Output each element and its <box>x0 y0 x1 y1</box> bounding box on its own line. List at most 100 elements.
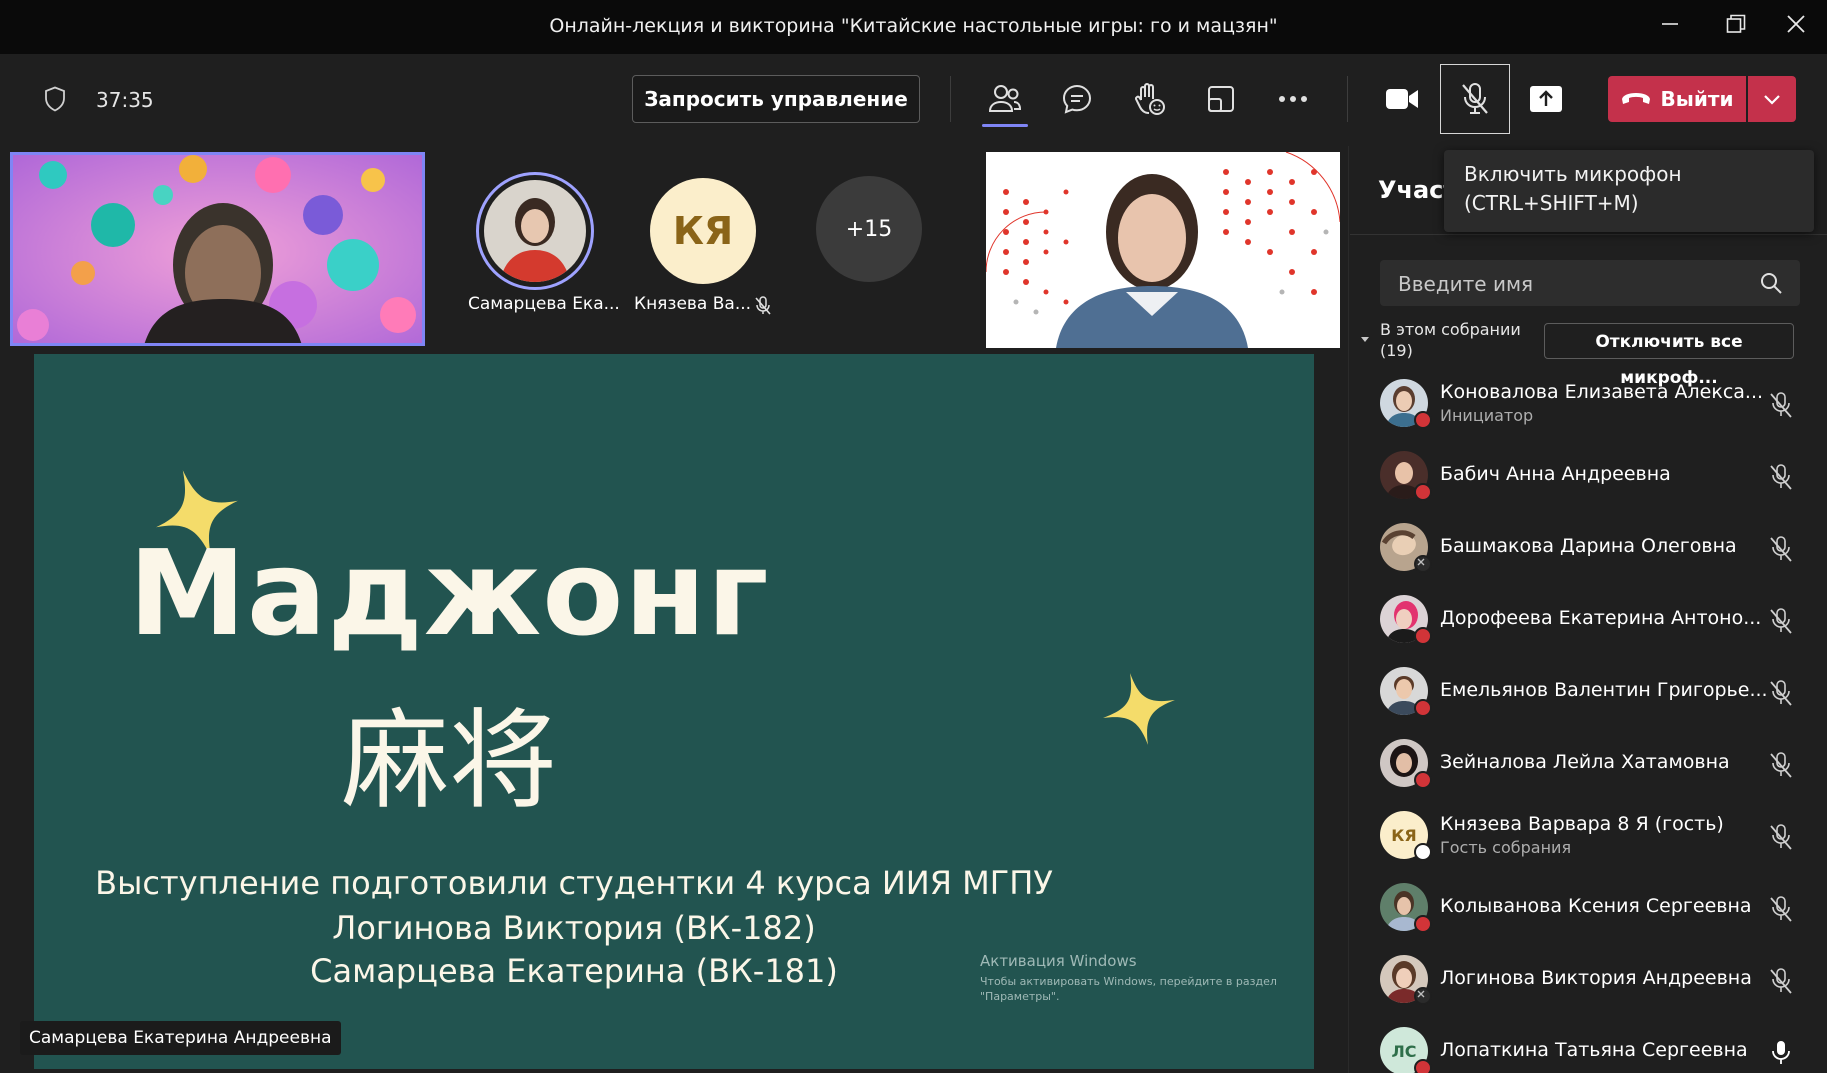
mic-off-icon <box>1770 608 1792 634</box>
participant-row[interactable]: Башмакова Дарина Олеговна <box>1380 519 1810 579</box>
maximize-button[interactable] <box>1706 0 1766 48</box>
mic-off-icon <box>1770 464 1792 490</box>
minimize-button[interactable] <box>1640 0 1700 48</box>
chevron-down-icon[interactable] <box>1360 336 1370 344</box>
participant-search <box>1380 260 1800 308</box>
status-badge <box>1414 555 1432 573</box>
star-icon <box>1103 673 1175 745</box>
shared-presentation[interactable]: Маджонг 麻将 Выступление подготовили студе… <box>34 354 1314 1069</box>
windows-activation-title: Активация Windows <box>980 952 1137 970</box>
mic-off-icon <box>1770 824 1792 850</box>
participant-row[interactable]: Бабич Анна Андреевна <box>1380 447 1810 507</box>
mic-off-icon <box>1770 680 1792 706</box>
status-badge <box>1414 411 1432 429</box>
participant-name: Князева Ва... <box>634 294 752 314</box>
raise-hand-button[interactable] <box>1121 74 1177 124</box>
view-icon <box>1208 86 1234 112</box>
participants-button[interactable] <box>977 74 1033 124</box>
participant-name: Бабич Анна Андреевна <box>1440 463 1671 485</box>
slide-subtitle: Выступление подготовили студентки 4 курс… <box>95 864 1053 902</box>
video-tile-participant[interactable] <box>986 152 1340 348</box>
slide-title: Маджонг <box>128 524 770 662</box>
status-badge <box>1414 699 1432 717</box>
minimize-icon <box>1662 23 1678 25</box>
status-badge <box>1414 627 1432 645</box>
participant-name: Емельянов Валентин Григорье... <box>1440 679 1768 701</box>
share-icon <box>1530 86 1562 112</box>
chevron-down-icon <box>1764 95 1780 105</box>
leave-button[interactable]: Выйти <box>1608 76 1746 122</box>
rooms-button[interactable] <box>1193 74 1249 124</box>
chat-icon <box>1062 84 1092 114</box>
participant-name: Самарцева Ека... <box>468 294 620 314</box>
shield-icon[interactable] <box>44 86 66 116</box>
video-feed <box>986 152 1340 348</box>
participant-row[interactable]: Логинова Виктория Андреевна <box>1380 951 1810 1011</box>
phone-hangup-icon <box>1621 93 1650 104</box>
mic-off-icon <box>754 296 772 320</box>
microphone-tooltip: Включить микрофон (CTRL+SHIFT+M) <box>1444 150 1814 232</box>
tooltip-shortcut: (CTRL+SHIFT+M) <box>1464 191 1639 215</box>
mic-icon <box>1772 1041 1790 1064</box>
participant-name: Башмакова Дарина Олеговна <box>1440 535 1737 557</box>
video-tile-active-speaker[interactable] <box>10 152 425 346</box>
participant-row[interactable]: Зейналова Лейла Хатамовна <box>1380 735 1810 795</box>
close-window-button[interactable] <box>1766 0 1826 48</box>
more-participants-bubble[interactable]: +15 <box>816 176 922 282</box>
close-icon <box>1787 15 1805 33</box>
participant-name: Зейналова Лейла Хатамовна <box>1440 751 1730 773</box>
mic-off-icon <box>1770 968 1792 994</box>
video-feed <box>13 155 422 343</box>
status-badge <box>1414 987 1432 1005</box>
avatar-photo <box>484 180 586 282</box>
section-header[interactable]: В этом собрании (19) <box>1380 319 1540 361</box>
participant-name: Дорофеева Екатерина Антоно... <box>1440 607 1762 629</box>
hand-icon <box>1135 83 1165 115</box>
participant-row[interactable]: Дорофеева Екатерина Антоно... <box>1380 591 1810 651</box>
slide-author: Самарцева Екатерина (ВК-181) <box>310 952 838 990</box>
participant-name: Логинова Виктория Андреевна <box>1440 967 1752 989</box>
participant-row[interactable]: Коновалова Елизавета Алекса... Инициатор <box>1380 375 1810 435</box>
slide-author: Логинова Виктория (ВК-182) <box>332 909 816 947</box>
status-badge <box>1414 483 1432 501</box>
participant-role: Гость собрания <box>1440 838 1572 857</box>
mic-off-icon <box>1770 392 1792 418</box>
participant-row[interactable]: КЯ Князева Варвара 8 Я (гость) Гость соб… <box>1380 807 1810 867</box>
status-badge <box>1414 771 1432 789</box>
share-button[interactable] <box>1518 74 1574 124</box>
mic-off-icon <box>1770 896 1792 922</box>
panel-divider <box>1350 234 1827 235</box>
search-icon[interactable] <box>1760 272 1782 294</box>
slide-hanzi: 麻将 <box>340 699 557 824</box>
search-input[interactable] <box>1396 260 1740 308</box>
participant-role: Инициатор <box>1440 406 1534 425</box>
tooltip-text: Включить микрофон <box>1464 162 1682 186</box>
avatar-ring <box>476 172 594 290</box>
participant-row[interactable]: Колыванова Ксения Сергеевна <box>1380 879 1810 939</box>
avatar-initials: КЯ <box>650 178 756 284</box>
toolbar-divider <box>950 76 951 122</box>
mic-off-icon <box>1462 83 1488 114</box>
leave-label: Выйти <box>1660 87 1734 111</box>
camera-button[interactable] <box>1374 74 1430 124</box>
status-badge <box>1414 1059 1432 1073</box>
toolbar-divider <box>1347 76 1348 122</box>
participant-row[interactable]: ЛС Лопаткина Татьяна Сергеевна <box>1380 1023 1810 1073</box>
mute-all-button[interactable]: Отключить все микроф... <box>1544 323 1794 388</box>
more-icon <box>1279 96 1307 102</box>
participant-name: Коновалова Елизавета Алекса... <box>1440 381 1764 403</box>
people-icon <box>988 85 1022 112</box>
participant-row[interactable]: Емельянов Валентин Григорье... <box>1380 663 1810 723</box>
windows-activation-text: Чтобы активировать Windows, перейдите в … <box>980 975 1277 1003</box>
more-options-button[interactable] <box>1265 74 1321 124</box>
microphone-button[interactable] <box>1440 64 1510 134</box>
status-badge <box>1414 843 1432 861</box>
chat-button[interactable] <box>1049 74 1105 124</box>
meeting-timer: 37:35 <box>96 88 154 112</box>
request-control-button[interactable]: Запросить управление <box>632 75 920 123</box>
participant-name: Князева Варвара 8 Я (гость) <box>1440 813 1724 835</box>
speaker-name-label: Самарцева Екатерина Андреевна <box>20 1021 341 1055</box>
restore-icon <box>1726 14 1746 33</box>
leave-options-button[interactable] <box>1748 76 1796 122</box>
participants-active-indicator <box>982 124 1028 127</box>
